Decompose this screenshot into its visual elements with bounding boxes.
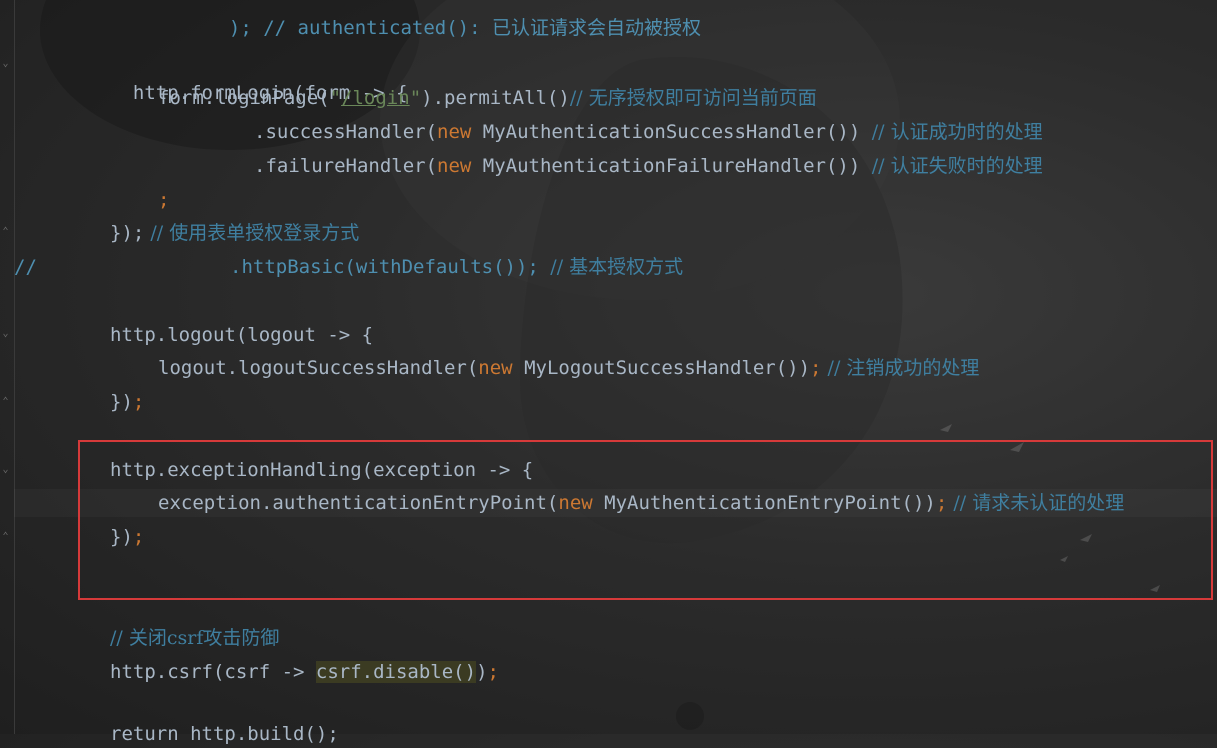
code-line: http.logout(logout -> { <box>110 321 373 349</box>
comment: // 认证失败时的处理 <box>871 155 1043 177</box>
editor-gutter <box>0 0 15 734</box>
code-text: ).permitAll() <box>421 87 570 109</box>
fold-icon[interactable]: ⌄ <box>0 464 11 475</box>
keyword: new <box>478 357 513 379</box>
string-quote: " <box>329 87 342 109</box>
comment: // 无序授权即可访问当前页面 <box>569 87 817 109</box>
code-line: ); // authenticated(): 已认证请求会自动被授权 <box>206 0 701 39</box>
fold-icon[interactable]: ⌃ <box>0 396 11 407</box>
code-text: return http.build(); <box>110 723 339 745</box>
code-text: }) <box>110 391 133 413</box>
comment: // 使用表单授权登录方式 <box>144 222 360 244</box>
code-line: .failureHandler(new MyAuthenticationFail… <box>254 152 1043 180</box>
code-line: // 关闭csrf攻击防御 <box>110 624 279 652</box>
code-text: form.loginPage( <box>158 87 330 109</box>
semicolon: ; <box>487 661 499 683</box>
code-line: }); // 使用表单授权登录方式 <box>110 219 359 247</box>
comment: ); // authenticated(): 已认证请求会自动被授权 <box>228 17 701 39</box>
fold-icon[interactable]: ⌄ <box>0 58 11 69</box>
code-line: .httpBasic(withDefaults()); // 基本授权方式 <box>230 253 683 281</box>
fold-icon[interactable]: ⌃ <box>0 226 11 237</box>
semicolon: ; <box>158 189 170 211</box>
annotation-highlight-box <box>78 440 1213 600</box>
code-line: }); <box>110 388 144 416</box>
code-text: logout.logoutSuccessHandler( <box>158 357 479 379</box>
code-text: http.csrf(csrf -> <box>110 661 316 683</box>
code-line: // <box>14 253 37 281</box>
code-text: .successHandler( <box>254 121 438 143</box>
fold-icon[interactable]: ⌄ <box>0 328 11 339</box>
code-text: MyLogoutSuccessHandler()) <box>512 357 811 379</box>
comment: // 基本授权方式 <box>550 256 684 278</box>
code-text: http.logout(logout -> { <box>110 324 374 346</box>
highlighted-expression[interactable]: csrf.disable() <box>315 661 477 683</box>
code-text: .failureHandler( <box>254 155 438 177</box>
comment-marker: // <box>14 256 37 278</box>
comment: // 认证成功时的处理 <box>871 121 1043 143</box>
comment: // 关闭csrf攻击防御 <box>110 627 280 649</box>
code-line: .successHandler(new MyAuthenticationSucc… <box>254 118 1043 146</box>
comment: .httpBasic(withDefaults()); <box>230 256 551 278</box>
code-text: }); <box>110 222 145 244</box>
code-text: MyAuthenticationSuccessHandler()) <box>471 121 872 143</box>
code-line: ; <box>158 186 169 214</box>
login-url-link[interactable]: /login <box>341 87 410 109</box>
code-text: ) <box>476 661 488 683</box>
comment: // 注销成功的处理 <box>821 357 980 379</box>
code-line: form.loginPage("/login").permitAll()// 无… <box>158 84 817 112</box>
code-line: return http.build(); <box>110 720 339 748</box>
code-text: MyAuthenticationFailureHandler()) <box>471 155 872 177</box>
code-line: http.formLogin(form -> { <box>110 51 408 104</box>
semicolon: ; <box>810 357 822 379</box>
code-line: http.csrf(csrf -> csrf.disable()); <box>110 658 499 686</box>
fold-icon[interactable]: ⌃ <box>0 531 11 542</box>
semicolon: ; <box>132 391 145 413</box>
keyword: new <box>437 121 472 143</box>
string-quote: " <box>409 87 422 109</box>
keyword: new <box>437 155 472 177</box>
code-line: logout.logoutSuccessHandler(new MyLogout… <box>158 354 979 382</box>
